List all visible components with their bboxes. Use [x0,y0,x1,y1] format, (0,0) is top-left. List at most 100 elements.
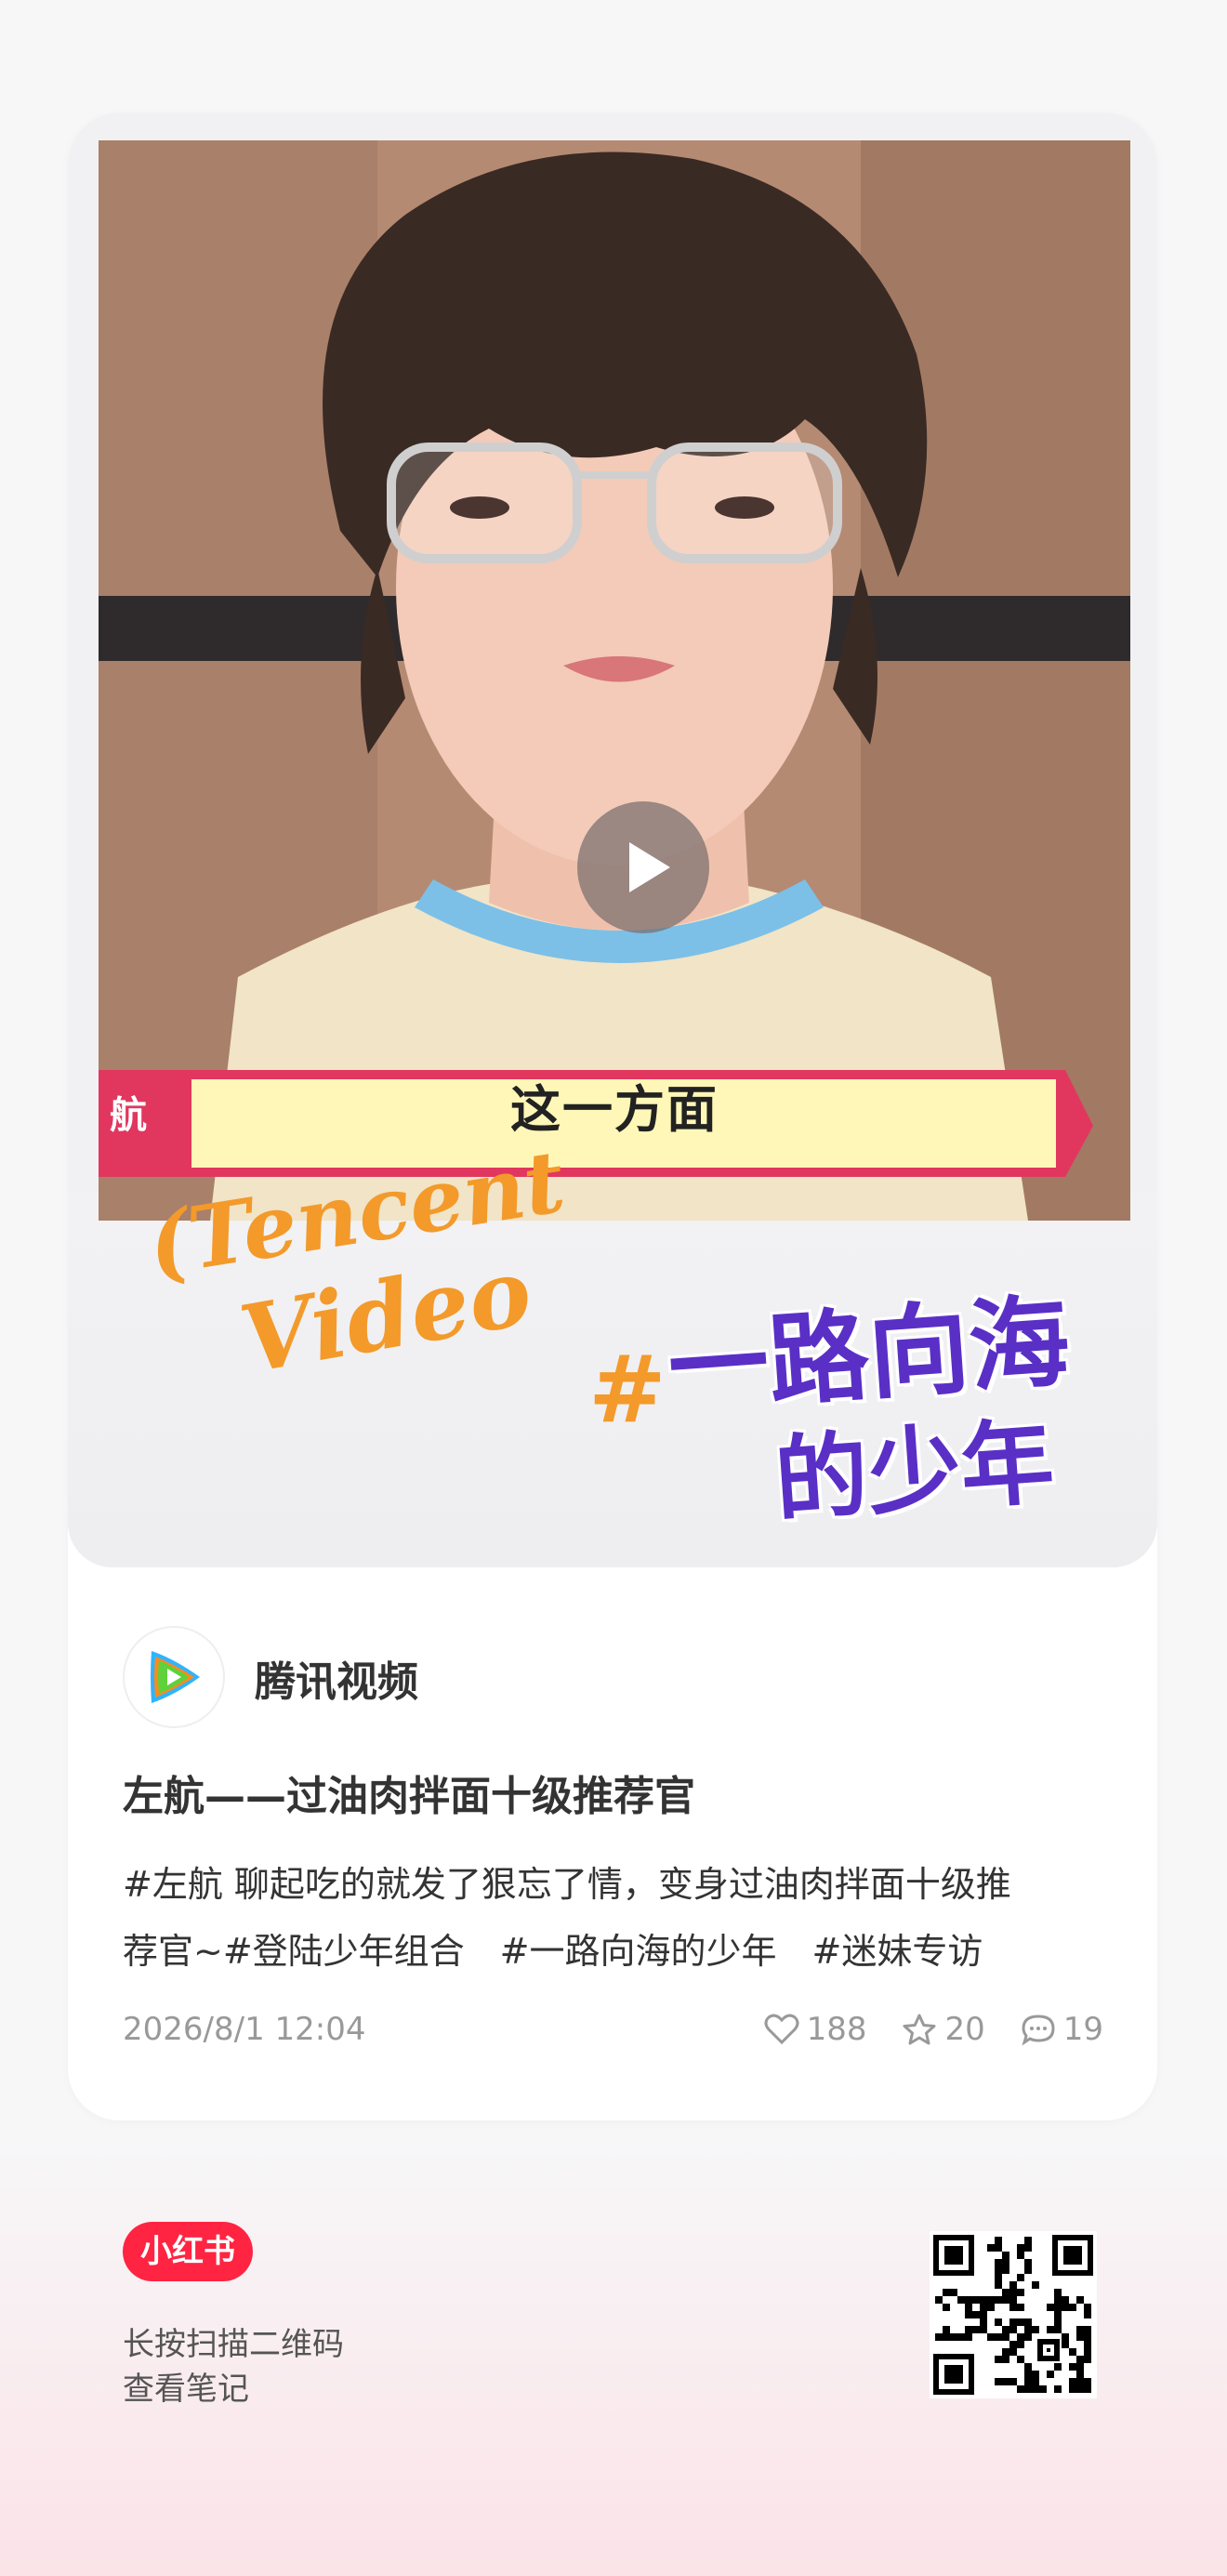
qr-module [1009,2304,1017,2311]
qr-module [1062,2296,1069,2304]
qr-module [965,2296,972,2304]
xiaohongshu-logo: 小红书 [123,2222,253,2281]
banner-side-text: 航 [110,1094,147,1137]
qr-module [1076,2326,1084,2333]
qr-module [1062,2333,1069,2341]
qr-module [987,2304,995,2311]
qr-module [943,2333,950,2341]
qr-module [943,2304,950,2311]
author-avatar[interactable] [123,1626,225,1728]
qr-code-pattern [930,2231,1097,2398]
qr-module [1039,2385,1047,2393]
video-banner: 这一方面 航 [99,1059,1130,1161]
qr-module [950,2333,957,2341]
author-name[interactable]: 腾讯视频 [255,1648,418,1708]
qr-module [1024,2363,1032,2371]
qr-module [1069,2348,1076,2356]
qr-module [1076,2333,1084,2341]
qr-module [980,2311,987,2318]
qr-module [1024,2333,1032,2341]
qr-module [1047,2326,1054,2333]
qr-module [1084,2311,1091,2318]
note-card[interactable]: 这一方面 航 (Tencent Video # 一路向海 的少年 腾讯视频 左航… [68,112,1157,2120]
qr-module [1017,2318,1024,2326]
collect-stat[interactable]: 20 [902,2011,985,2048]
comment-count: 19 [1062,2011,1103,2048]
qr-module [995,2266,1002,2274]
qr-module [1002,2296,1009,2304]
qr-module [1024,2237,1032,2244]
qr-module [1069,2385,1076,2393]
qr-module [1009,2341,1017,2348]
qr-module [987,2333,995,2341]
qr-module [950,2289,957,2296]
like-count: 188 [806,2011,867,2048]
qr-module [1024,2244,1032,2252]
qr-module [957,2296,965,2304]
qr-module [1054,2385,1062,2393]
qr-module [1017,2385,1024,2393]
qr-module [1084,2326,1091,2333]
qr-module [995,2237,1002,2244]
qr-module [1032,2326,1039,2333]
qr-module [1017,2289,1024,2296]
qr-module [957,2333,965,2341]
qr-module [1054,2311,1062,2318]
qr-module [1069,2378,1076,2385]
qr-module [1002,2326,1009,2333]
qr-module [1076,2385,1084,2393]
qr-module [1002,2333,1009,2341]
qr-module [995,2296,1002,2304]
post-title: 左航——过油肉拌面十级推荐官 [123,1773,695,1820]
post-description-line2: 荐官~#登陆少年组合 #一路向海的少年 #迷妹专访 [123,1931,983,1972]
star-icon [903,2014,936,2045]
qr-module [987,2244,995,2252]
qr-module [1024,2385,1032,2393]
qr-module [1017,2274,1024,2281]
video-cover[interactable]: 这一方面 航 (Tencent Video # 一路向海 的少年 [68,112,1157,1567]
qr-module [1017,2244,1024,2252]
qr-module [995,2244,1002,2252]
qr-module [1076,2296,1084,2304]
qr-module [1084,2304,1091,2311]
qr-module [995,2259,1002,2266]
qr-module [1054,2326,1062,2333]
qr-module [1017,2356,1024,2363]
qr-module [1084,2378,1091,2385]
qr-module [1054,2318,1062,2326]
qr-module [1009,2348,1017,2356]
qr-module [995,2356,1002,2363]
qr-module [1009,2326,1017,2333]
qr-module [1084,2356,1091,2363]
qr-module [1017,2341,1024,2348]
qr-module [995,2274,1002,2281]
qr-module [1047,2371,1054,2378]
qr-module [1009,2296,1017,2304]
post-description: #左航 聊起吃的就发了狠忘了情，变身过油肉拌面十级推 荐官~#登陆少年组合 #一… [123,1851,1108,1985]
comment-stat[interactable]: 19 [1021,2011,1103,2048]
qr-module [987,2296,995,2304]
qr-module [1009,2378,1017,2385]
qr-module [980,2304,987,2311]
post-date: 2026/8/1 12:04 [123,2011,366,2048]
like-stat[interactable]: 188 [764,2011,867,2048]
qr-module [980,2326,987,2333]
qr-module [1002,2356,1009,2363]
qr-module [1076,2356,1084,2363]
qr-module [1017,2252,1024,2259]
tencent-video-logo-icon [151,1651,200,1703]
qr-module [1024,2378,1032,2385]
qr-module [995,2281,1002,2289]
qr-module [980,2318,987,2326]
play-button[interactable] [577,801,709,933]
qr-module [1002,2289,1009,2296]
show-logo-line2: 的少年 [771,1407,1058,1536]
qr-module [1069,2304,1076,2311]
qr-module [943,2289,950,2296]
qr-module [1084,2385,1091,2393]
qr-module [1024,2259,1032,2266]
qr-module [943,2326,950,2333]
comment-icon [1022,2015,1055,2046]
qr-module [972,2326,980,2333]
qr-code[interactable] [930,2231,1097,2398]
